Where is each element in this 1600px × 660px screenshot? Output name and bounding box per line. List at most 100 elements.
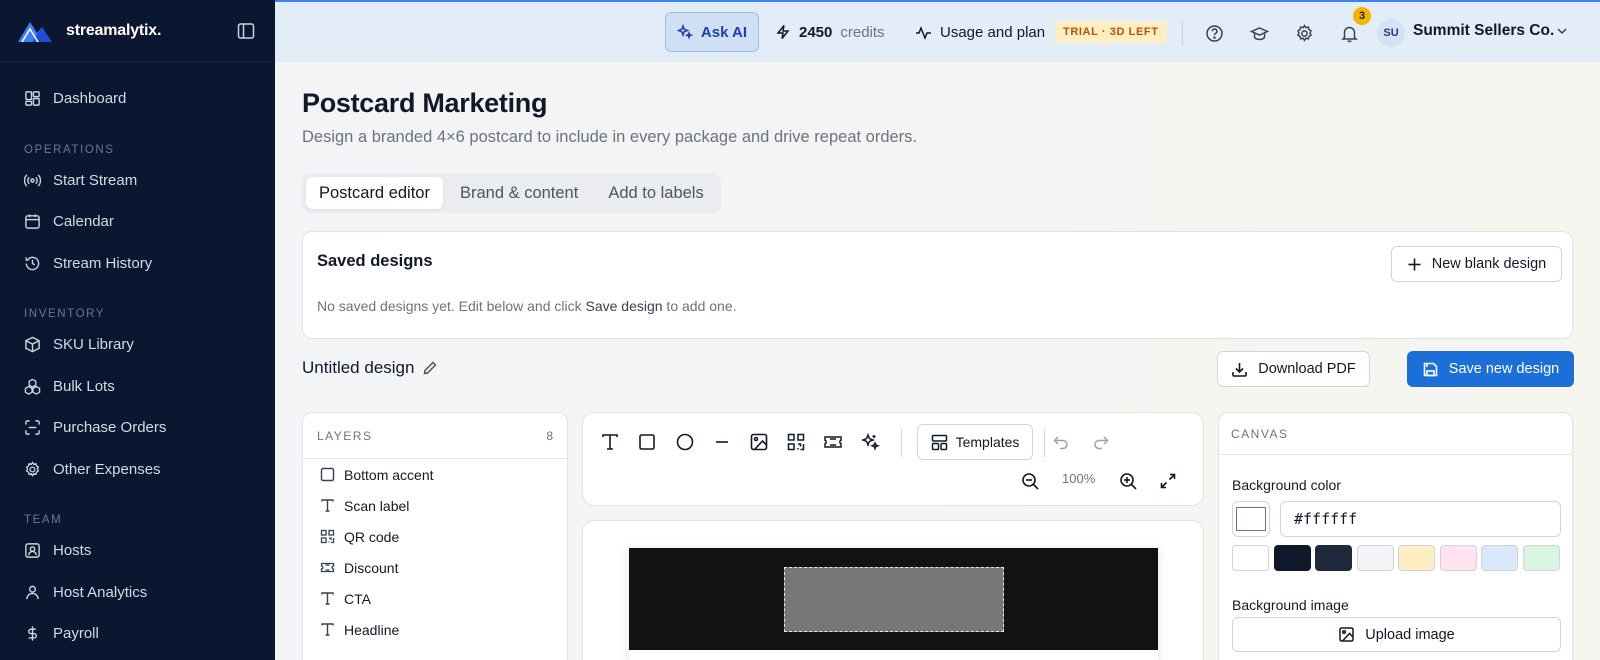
text-tool-icon[interactable] xyxy=(598,430,622,454)
design-name[interactable]: Untitled design xyxy=(302,358,438,378)
sidebar-item-calendar[interactable]: Calendar xyxy=(0,201,275,243)
layer-item-scan-label[interactable]: Scan label xyxy=(303,490,567,521)
help-icon[interactable] xyxy=(1203,22,1225,44)
zoom-out-icon[interactable] xyxy=(1018,469,1042,493)
qr-tool-icon[interactable] xyxy=(784,430,808,454)
line-tool-icon[interactable] xyxy=(710,430,734,454)
tab-postcard-editor[interactable]: Postcard editor xyxy=(306,177,443,209)
credits-display[interactable]: 2450 credits xyxy=(775,12,885,52)
image-placeholder[interactable] xyxy=(784,567,1004,632)
new-blank-design-label: New blank design xyxy=(1431,256,1547,272)
sidebar-item-label: Stream History xyxy=(53,254,153,272)
plus-icon xyxy=(1408,258,1421,270)
sidebar-item-bulk-lots[interactable]: Bulk Lots xyxy=(0,366,275,408)
ticket-tool-icon[interactable] xyxy=(821,430,845,454)
undo-icon[interactable] xyxy=(1049,430,1073,454)
swatch-mint[interactable] xyxy=(1523,545,1560,571)
postcard-header-band[interactable] xyxy=(629,548,1158,650)
swatch-light-blue[interactable] xyxy=(1481,545,1518,571)
swatch-pink[interactable] xyxy=(1440,545,1477,571)
sidebar-item-stream-history[interactable]: Stream History xyxy=(0,243,275,285)
sidebar-item-other-expenses[interactable]: Other Expenses xyxy=(0,449,275,491)
main-content: Postcard Marketing Design a branded 4×6 … xyxy=(275,62,1600,660)
upload-image-label: Upload image xyxy=(1365,626,1455,643)
box-icon xyxy=(25,336,40,353)
color-picker-swatch[interactable] xyxy=(1232,501,1270,537)
swatch-navy[interactable] xyxy=(1274,545,1311,571)
saved-designs-card: Saved designs New blank design No saved … xyxy=(302,231,1573,339)
tab-brand-content[interactable]: Brand & content xyxy=(447,177,591,209)
ai-sparkle-tool-icon[interactable] xyxy=(858,430,882,454)
circle-tool-icon[interactable] xyxy=(673,430,697,454)
user-square-icon xyxy=(25,543,40,559)
avatar[interactable]: SU xyxy=(1377,19,1405,47)
swatch-cream[interactable] xyxy=(1398,545,1435,571)
account-name[interactable]: Summit Sellers Co. xyxy=(1413,22,1554,40)
sidebar-item-label: Purchase Orders xyxy=(53,419,167,437)
sidebar-item-payroll[interactable]: Payroll xyxy=(0,613,275,655)
sidebar-item-host-analytics[interactable]: Host Analytics xyxy=(0,572,275,614)
layer-label: QR code xyxy=(344,528,400,545)
chevron-down-icon[interactable] xyxy=(1555,24,1569,43)
new-blank-design-button[interactable]: New blank design xyxy=(1391,246,1562,282)
download-pdf-label: Download PDF xyxy=(1258,361,1356,377)
sidebar-item-start-stream[interactable]: Start Stream xyxy=(0,160,275,202)
saved-designs-title: Saved designs xyxy=(317,252,433,270)
save-icon xyxy=(1423,362,1438,376)
settings-gear-icon[interactable] xyxy=(1293,22,1315,44)
boxes-icon xyxy=(24,378,41,395)
swatch-light-gray[interactable] xyxy=(1357,545,1394,571)
layers-count: 8 xyxy=(546,428,553,443)
rectangle-tool-icon[interactable] xyxy=(635,430,659,454)
page-subtitle: Design a branded 4×6 postcard to include… xyxy=(302,128,918,146)
layer-item-cta[interactable]: CTA xyxy=(303,583,567,614)
ask-ai-button[interactable]: Ask AI xyxy=(665,12,759,52)
toolbar-divider xyxy=(1044,429,1045,457)
graduation-cap-icon[interactable] xyxy=(1248,22,1270,44)
postcard-canvas[interactable] xyxy=(629,548,1158,660)
sidebar-item-label: Other Expenses xyxy=(53,460,161,478)
layer-item-bottom-accent[interactable]: Bottom accent xyxy=(303,459,567,490)
sidebar-item-label: Start Stream xyxy=(53,171,138,189)
sidebar-toggle-icon[interactable] xyxy=(235,20,257,42)
templates-button[interactable]: Templates xyxy=(917,424,1033,460)
zoom-in-icon[interactable] xyxy=(1116,469,1140,493)
layer-label: CTA xyxy=(344,590,371,607)
save-new-design-button[interactable]: Save new design xyxy=(1407,351,1574,387)
usage-label: Usage and plan xyxy=(940,23,1046,41)
scan-icon xyxy=(25,420,40,436)
layer-item-headline[interactable]: Headline xyxy=(303,614,567,645)
sidebar-item-sku-library[interactable]: SKU Library xyxy=(0,324,275,366)
swatch-slate[interactable] xyxy=(1315,545,1352,571)
image-tool-icon[interactable] xyxy=(747,430,771,454)
text-icon xyxy=(321,592,334,605)
background-color-input[interactable]: #ffffff xyxy=(1280,501,1561,537)
templates-label: Templates xyxy=(955,434,1020,450)
sidebar-item-label: Hosts xyxy=(53,542,92,560)
history-icon xyxy=(25,256,40,271)
brand-logo[interactable]: streamalytix. xyxy=(18,19,161,43)
bell-icon[interactable] xyxy=(1338,22,1360,44)
layer-item-discount[interactable]: Discount xyxy=(303,552,567,583)
sidebar-item-hosts[interactable]: Hosts xyxy=(0,530,275,572)
save-new-design-label: Save new design xyxy=(1448,361,1560,377)
ask-ai-label: Ask AI xyxy=(700,23,748,41)
swatch-white[interactable] xyxy=(1232,545,1269,571)
download-pdf-button[interactable]: Download PDF xyxy=(1217,351,1370,387)
layer-label: Discount xyxy=(344,559,399,576)
layer-item-qr-code[interactable]: QR code xyxy=(303,521,567,552)
fullscreen-icon[interactable] xyxy=(1156,469,1180,493)
analytics-icon xyxy=(26,585,39,599)
sparkles-icon xyxy=(676,24,693,40)
tab-add-to-labels[interactable]: Add to labels xyxy=(595,177,716,209)
lightning-icon xyxy=(776,25,790,39)
sidebar-item-purchase-orders[interactable]: Purchase Orders xyxy=(0,407,275,449)
upload-image-button[interactable]: Upload image xyxy=(1232,617,1561,652)
usage-and-plan-link[interactable]: Usage and plan xyxy=(915,12,1045,52)
redo-icon[interactable] xyxy=(1089,430,1113,454)
brand-header: streamalytix. xyxy=(0,0,275,62)
pencil-icon[interactable] xyxy=(422,360,438,376)
square-icon xyxy=(320,467,335,482)
sidebar-item-dashboard[interactable]: Dashboard xyxy=(0,78,275,120)
activity-icon xyxy=(916,25,931,40)
